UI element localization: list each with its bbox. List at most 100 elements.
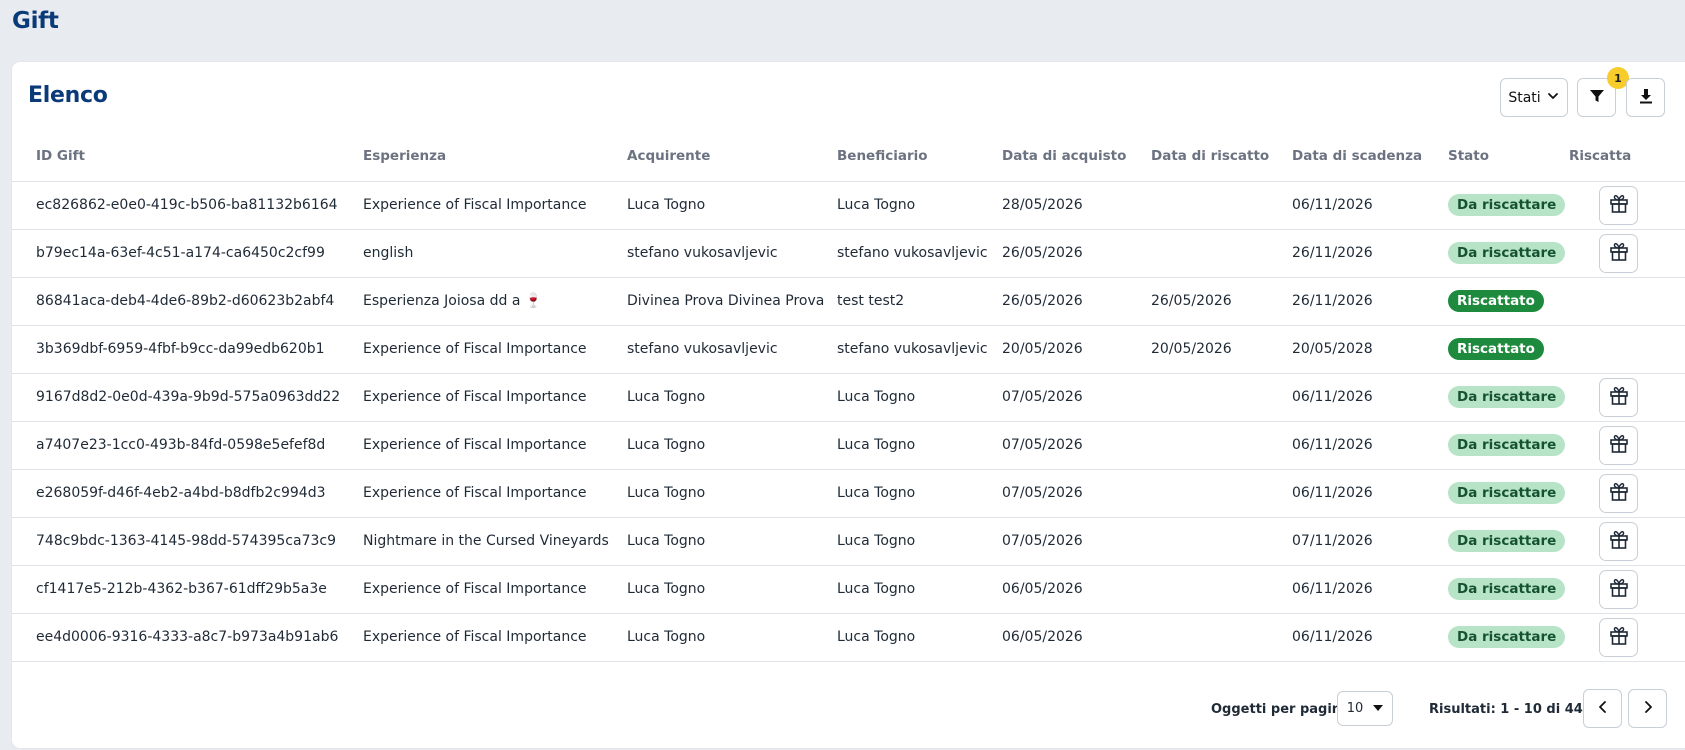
cell-esperienza: Experience of Fiscal Importance [363,373,627,422]
table-header-row: ID Gift Esperienza Acquirente Beneficiar… [12,132,1685,182]
redeem-button[interactable] [1599,377,1638,417]
redeem-button[interactable] [1599,521,1638,561]
cell-data-riscatto [1151,421,1292,470]
status-badge: Da riscattare [1448,626,1566,648]
header-data-riscatto[interactable]: Data di riscatto [1151,132,1292,182]
cell-acquirente: Luca Togno [627,565,837,614]
redeem-button[interactable] [1599,425,1638,465]
header-data-scadenza[interactable]: Data di scadenza [1292,132,1448,182]
table-row[interactable]: 748c9bdc-1363-4145-98dd-574395ca73c9 Nigh… [12,517,1685,566]
cell-stato: Da riscattare [1448,517,1569,566]
cell-esperienza: Experience of Fiscal Importance [363,613,627,662]
chevron-left-icon [1596,699,1610,718]
stati-dropdown[interactable]: Stati [1500,78,1568,117]
cell-data-scadenza: 26/11/2026 [1292,277,1448,326]
cell-data-riscatto [1151,613,1292,662]
redeem-button[interactable] [1599,185,1638,225]
cell-data-acquisto: 28/05/2026 [1002,181,1151,230]
gift-icon [1608,240,1630,266]
caret-down-icon [1373,701,1384,716]
cell-data-riscatto [1151,181,1292,230]
table-row[interactable]: a7407e23-1cc0-493b-84fd-0598e5efef8d Expe… [12,421,1685,470]
cell-data-acquisto: 06/05/2026 [1002,565,1151,614]
cell-id: b79ec14a-63ef-4c51-a174-ca6450c2cf99 [12,229,363,278]
cell-data-acquisto: 06/05/2026 [1002,613,1151,662]
cell-beneficiario: Luca Togno [837,565,1002,614]
cell-data-scadenza: 06/11/2026 [1292,565,1448,614]
cell-stato: Da riscattare [1448,229,1569,278]
next-page-button[interactable] [1628,689,1667,728]
redeem-button[interactable] [1599,617,1638,657]
cell-acquirente: stefano vukosavljevic [627,229,837,278]
cell-beneficiario: Luca Togno [837,517,1002,566]
cell-data-scadenza: 20/05/2028 [1292,325,1448,374]
download-button[interactable] [1626,78,1665,117]
cell-data-scadenza: 06/11/2026 [1292,181,1448,230]
cell-riscatta [1569,229,1685,278]
table-row[interactable]: 3b369dbf-6959-4fbf-b9cc-da99edb620b1 Expe… [12,325,1685,374]
cell-acquirente: Divinea Prova Divinea Prova [627,277,837,326]
cell-esperienza: Experience of Fiscal Importance [363,421,627,470]
header-beneficiario[interactable]: Beneficiario [837,132,1002,182]
header-id[interactable]: ID Gift [12,132,363,182]
header-esperienza[interactable]: Esperienza [363,132,627,182]
header-data-acquisto[interactable]: Data di acquisto [1002,132,1151,182]
gift-icon [1608,432,1630,458]
cell-beneficiario: Luca Togno [837,613,1002,662]
cell-data-acquisto: 20/05/2026 [1002,325,1151,374]
table-row[interactable]: cf1417e5-212b-4362-b367-61dff29b5a3e Expe… [12,565,1685,614]
cell-riscatta [1569,613,1685,662]
cell-esperienza: Experience of Fiscal Importance [363,181,627,230]
per-page-select[interactable]: 10 [1337,691,1393,726]
redeem-button[interactable] [1599,473,1638,513]
cell-beneficiario: Luca Togno [837,469,1002,518]
cell-data-scadenza: 06/11/2026 [1292,613,1448,662]
header-acquirente[interactable]: Acquirente [627,132,837,182]
cell-data-riscatto [1151,517,1292,566]
status-badge: Da riscattare [1448,530,1566,552]
cell-acquirente: Luca Togno [627,373,837,422]
header-stato[interactable]: Stato [1448,132,1569,182]
cell-stato: Riscattato [1448,325,1569,374]
card-title: Elenco [28,83,108,108]
chevron-right-icon [1641,699,1655,718]
gift-table: ID Gift Esperienza Acquirente Beneficiar… [12,132,1685,662]
cell-beneficiario: Luca Togno [837,181,1002,230]
cell-stato: Da riscattare [1448,181,1569,230]
cell-stato: Riscattato [1448,277,1569,326]
cell-data-riscatto: 20/05/2026 [1151,325,1292,374]
cell-acquirente: Luca Togno [627,613,837,662]
status-badge: Da riscattare [1448,434,1566,456]
cell-id: 748c9bdc-1363-4145-98dd-574395ca73c9 [12,517,363,566]
cell-riscatta [1569,325,1685,374]
cell-data-riscatto [1151,469,1292,518]
cell-acquirente: Luca Togno [627,181,837,230]
table-row[interactable]: e268059f-d46f-4eb2-a4bd-b8dfb2c994d3 Expe… [12,469,1685,518]
cell-stato: Da riscattare [1448,565,1569,614]
table-row[interactable]: ee4d0006-9316-4333-a8c7-b973a4b91ab6 Expe… [12,613,1685,662]
table-body: ec826862-e0e0-419c-b506-ba81132b6164 Expe… [12,181,1685,662]
cell-stato: Da riscattare [1448,613,1569,662]
cell-id: 86841aca-deb4-4de6-89b2-d60623b2abf4 [12,277,363,326]
chevron-down-icon [1546,89,1560,107]
prev-page-button[interactable] [1583,689,1622,728]
cell-data-riscatto: 26/05/2026 [1151,277,1292,326]
cell-id: ee4d0006-9316-4333-a8c7-b973a4b91ab6 [12,613,363,662]
redeem-button[interactable] [1599,233,1638,273]
table-row[interactable]: ec826862-e0e0-419c-b506-ba81132b6164 Expe… [12,181,1685,230]
cell-data-scadenza: 06/11/2026 [1292,373,1448,422]
table-row[interactable]: b79ec14a-63ef-4c51-a174-ca6450c2cf99 engl… [12,229,1685,278]
redeem-button[interactable] [1599,569,1638,609]
table-row[interactable]: 86841aca-deb4-4de6-89b2-d60623b2abf4 Espe… [12,277,1685,326]
table-row[interactable]: 9167d8d2-0e0d-439a-9b9d-575a0963dd22 Expe… [12,373,1685,422]
cell-riscatta [1569,421,1685,470]
cell-id: ec826862-e0e0-419c-b506-ba81132b6164 [12,181,363,230]
cell-id: cf1417e5-212b-4362-b367-61dff29b5a3e [12,565,363,614]
cell-data-scadenza: 26/11/2026 [1292,229,1448,278]
cell-riscatta [1569,565,1685,614]
gift-icon [1608,528,1630,554]
status-badge: Da riscattare [1448,194,1566,216]
cell-data-scadenza: 06/11/2026 [1292,469,1448,518]
cell-esperienza: Experience of Fiscal Importance [363,469,627,518]
cell-acquirente: stefano vukosavljevic [627,325,837,374]
